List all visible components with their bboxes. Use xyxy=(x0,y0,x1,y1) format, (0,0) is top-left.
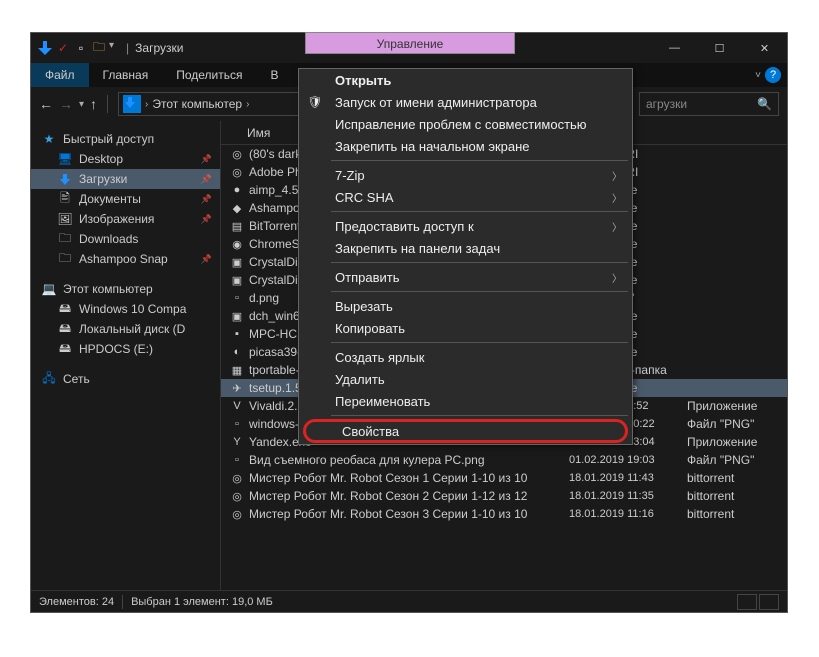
location-icon xyxy=(123,95,141,113)
file-name: Мистер Робот Mr. Robot Сезон 2 Серии 1-1… xyxy=(249,489,569,503)
view-details-button[interactable] xyxy=(737,594,757,610)
nav-hpdocs[interactable]: 🖴HPDOCS (E:) xyxy=(31,339,220,359)
file-icon: ◎ xyxy=(229,506,245,522)
file-type: Приложение xyxy=(679,435,787,449)
nav-localdisk[interactable]: 🖴Локальный диск (D xyxy=(31,319,220,339)
close-button[interactable]: ✕ xyxy=(742,33,787,63)
ctx-open[interactable]: Открыть xyxy=(299,69,632,91)
file-icon: ▣ xyxy=(229,308,245,324)
file-icon: ▣ xyxy=(229,272,245,288)
file-icon: ● xyxy=(229,182,245,198)
file-icon: ▫ xyxy=(229,416,245,432)
file-icon: ◐ xyxy=(229,344,245,360)
qat-icon[interactable]: ✓ xyxy=(55,40,71,56)
file-row[interactable]: ◎ Мистер Робот Mr. Robot Сезон 2 Серии 1-… xyxy=(221,487,787,505)
ctx-rename[interactable]: Переименовать xyxy=(299,390,632,412)
ctx-pinstart[interactable]: Закрепить на начальном экране xyxy=(299,135,632,157)
context-menu: Открыть 🛡Запуск от имени администратора … xyxy=(298,68,633,445)
file-type: bittorrent xyxy=(679,471,787,485)
nav-downloads-en[interactable]: 🗀Downloads xyxy=(31,229,220,249)
file-icon: ◎ xyxy=(229,146,245,162)
file-date: 18.01.2019 11:16 xyxy=(569,508,679,520)
ctx-runas[interactable]: 🛡Запуск от имени администратора xyxy=(299,91,632,113)
ctx-copy[interactable]: Копировать xyxy=(299,317,632,339)
ctx-cut[interactable]: Вырезать xyxy=(299,295,632,317)
file-icon: ▫ xyxy=(229,290,245,306)
tab-share[interactable]: Поделиться xyxy=(162,63,256,87)
search-input[interactable]: агрузки 🔍 xyxy=(639,92,779,116)
view-icons-button[interactable] xyxy=(759,594,779,610)
nav-forward-button[interactable]: → xyxy=(59,96,73,112)
tab-file[interactable]: Файл xyxy=(31,63,89,87)
window-title: Загрузки xyxy=(135,41,183,55)
file-type: Приложение xyxy=(679,399,787,413)
file-icon: ▦ xyxy=(229,362,245,378)
file-icon: ▫ xyxy=(229,452,245,468)
ctx-sendto[interactable]: Отправить〉 xyxy=(299,266,632,288)
search-icon[interactable]: 🔍 xyxy=(757,97,772,111)
nav-history-dropdown[interactable]: ▾ xyxy=(79,99,84,110)
file-type: Файл "PNG" xyxy=(679,417,787,431)
ctx-7zip[interactable]: 7-Zip〉 xyxy=(299,164,632,186)
ctx-shortcut[interactable]: Создать ярлык xyxy=(299,346,632,368)
file-row[interactable]: ▫ Вид съемного реобаса для кулера PC.png0… xyxy=(221,451,787,469)
file-type: Файл "PNG" xyxy=(679,453,787,467)
ctx-crc[interactable]: CRC SHA〉 xyxy=(299,186,632,208)
ctx-delete[interactable]: Удалить xyxy=(299,368,632,390)
ctx-properties[interactable]: Свойства xyxy=(303,419,628,443)
file-name: Вид съемного реобаса для кулера PC.png xyxy=(249,453,569,467)
nav-desktop[interactable]: 🖥Desktop📌 xyxy=(31,149,220,169)
file-row[interactable]: ◎ Мистер Робот Mr. Robot Сезон 1 Серии 1-… xyxy=(221,469,787,487)
nav-this-pc[interactable]: 💻Этот компьютер xyxy=(31,279,220,299)
file-icon: ✈ xyxy=(229,380,245,396)
qat-folder-icon[interactable]: 🗀 xyxy=(91,40,107,56)
tab-view[interactable]: В xyxy=(256,63,292,87)
file-icon: ▤ xyxy=(229,218,245,234)
nav-pane: ★Быстрый доступ 🖥Desktop📌 Загрузки📌 🖹Док… xyxy=(31,121,221,590)
nav-pictures[interactable]: 🖼Изображения📌 xyxy=(31,209,220,229)
nav-downloads[interactable]: Загрузки📌 xyxy=(31,169,220,189)
file-date: 01.02.2019 19:03 xyxy=(569,454,679,466)
file-type: bittorrent xyxy=(679,489,787,503)
nav-network[interactable]: 🖧Сеть xyxy=(31,369,220,389)
maximize-button[interactable]: ☐ xyxy=(697,33,742,63)
ribbon-expand-icon[interactable]: ˅ xyxy=(755,70,761,81)
nav-quick-access[interactable]: ★Быстрый доступ xyxy=(31,129,220,149)
ctx-share[interactable]: Предоставить доступ к〉 xyxy=(299,215,632,237)
nav-documents[interactable]: 🖹Документы📌 xyxy=(31,189,220,209)
ctx-pintask[interactable]: Закрепить на панели задач xyxy=(299,237,632,259)
file-icon: ◎ xyxy=(229,488,245,504)
nav-up-button[interactable]: ↑ xyxy=(90,96,97,112)
status-count: Элементов: 24 xyxy=(39,596,114,608)
file-icon: ◎ xyxy=(229,164,245,180)
crumb-thispc[interactable]: Этот компьютер xyxy=(152,97,242,111)
shield-icon: 🛡 xyxy=(307,94,323,110)
file-icon: ▪ xyxy=(229,326,245,342)
file-date: 18.01.2019 11:43 xyxy=(569,472,679,484)
file-icon: ◉ xyxy=(229,236,245,252)
status-selection: Выбран 1 элемент: 19,0 МБ xyxy=(131,596,273,608)
minimize-button[interactable]: — xyxy=(652,33,697,63)
file-icon: Y xyxy=(229,434,245,450)
help-icon[interactable]: ? xyxy=(765,67,781,83)
file-icon: V xyxy=(229,398,245,414)
qat-dropdown-icon[interactable]: ▾ xyxy=(109,40,114,56)
qat-props-icon[interactable]: ▫ xyxy=(73,40,89,56)
tab-home[interactable]: Главная xyxy=(89,63,163,87)
nav-back-button[interactable]: ← xyxy=(39,96,53,112)
nav-ashampoo[interactable]: 🗀Ashampoo Snap📌 xyxy=(31,249,220,269)
file-name: Мистер Робот Mr. Robot Сезон 1 Серии 1-1… xyxy=(249,471,569,485)
status-bar: Элементов: 24 Выбран 1 элемент: 19,0 МБ xyxy=(31,590,787,612)
file-icon: ◆ xyxy=(229,200,245,216)
nav-win10[interactable]: 🖴Windows 10 Compa xyxy=(31,299,220,319)
ctx-compat[interactable]: Исправление проблем с совместимостью xyxy=(299,113,632,135)
file-icon: ◎ xyxy=(229,470,245,486)
file-icon: ▣ xyxy=(229,254,245,270)
file-type: bittorrent xyxy=(679,507,787,521)
app-icon xyxy=(37,40,53,56)
file-date: 18.01.2019 11:35 xyxy=(569,490,679,502)
file-row[interactable]: ◎ Мистер Робот Mr. Robot Сезон 3 Серии 1-… xyxy=(221,505,787,523)
contextual-tab-manage[interactable]: Управление xyxy=(305,32,515,54)
file-name: Мистер Робот Mr. Robot Сезон 3 Серии 1-1… xyxy=(249,507,569,521)
